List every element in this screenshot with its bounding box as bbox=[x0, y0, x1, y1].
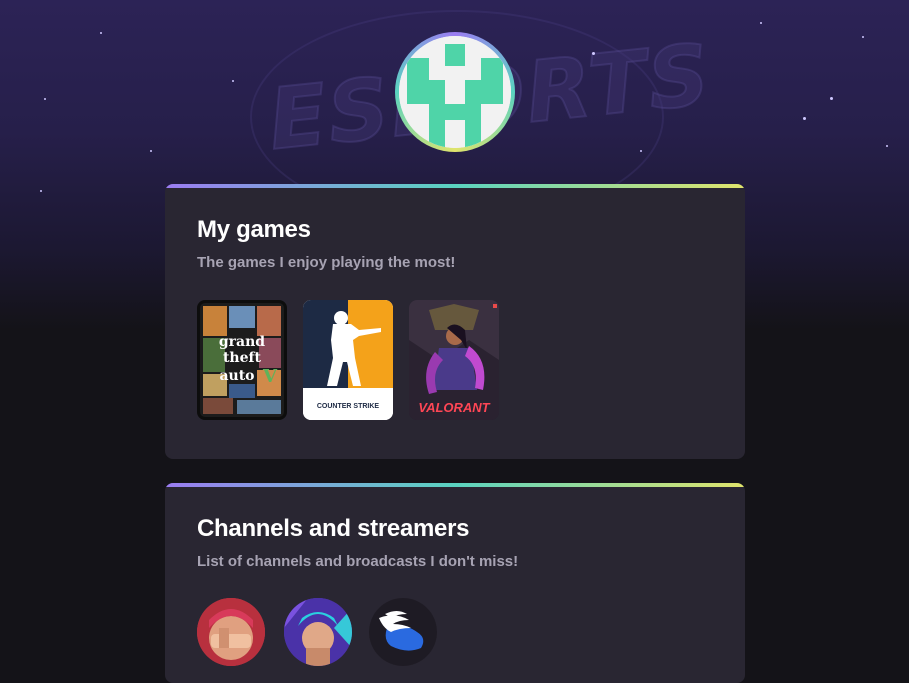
streamer-2-avatar-art bbox=[284, 598, 352, 666]
pixel-person-icon bbox=[399, 36, 511, 148]
star-decoration bbox=[640, 150, 642, 152]
channels-card-title: Channels and streamers bbox=[197, 515, 470, 542]
profile-avatar[interactable] bbox=[395, 32, 515, 152]
card-gradient-bar bbox=[165, 483, 745, 487]
svg-text:VALORANT: VALORANT bbox=[418, 400, 490, 415]
star-decoration bbox=[100, 32, 102, 34]
svg-text:V: V bbox=[262, 366, 278, 387]
games-card-title: My games bbox=[197, 216, 311, 243]
star-decoration bbox=[862, 36, 864, 38]
star-decoration bbox=[232, 80, 234, 82]
games-card-subtitle: The games I enjoy playing the most! bbox=[197, 254, 456, 271]
star-decoration bbox=[886, 145, 888, 147]
star-decoration bbox=[830, 97, 833, 100]
channel-avatar-streamer-1[interactable] bbox=[197, 598, 265, 666]
star-decoration bbox=[44, 98, 46, 100]
winged-logo-icon bbox=[369, 598, 437, 666]
svg-text:theft: theft bbox=[223, 350, 262, 366]
counter-strike-cover-art: COUNTER STRIKE bbox=[303, 300, 393, 420]
star-decoration bbox=[592, 52, 595, 55]
channel-avatar-streamer-2[interactable] bbox=[284, 598, 352, 666]
star-decoration bbox=[40, 190, 42, 192]
svg-text:auto: auto bbox=[219, 368, 254, 384]
game-cover-valorant[interactable]: VALORANT bbox=[409, 300, 499, 420]
game-cover-counter-strike[interactable]: COUNTER STRIKE bbox=[303, 300, 393, 420]
games-card: My games The games I enjoy playing the m… bbox=[165, 184, 745, 459]
star-decoration bbox=[803, 117, 806, 120]
svg-text:grand: grand bbox=[219, 334, 265, 350]
gta-v-cover-art: grand theft auto V bbox=[200, 303, 284, 417]
avatar-image bbox=[399, 36, 511, 148]
star-decoration bbox=[150, 150, 152, 152]
channels-card-subtitle: List of channels and broadcasts I don't … bbox=[197, 553, 519, 570]
game-cover-gta-v[interactable]: grand theft auto V bbox=[197, 300, 287, 420]
star-decoration bbox=[760, 22, 762, 24]
svg-text:COUNTER STRIKE: COUNTER STRIKE bbox=[317, 403, 380, 410]
channel-avatar-winged-logo[interactable] bbox=[369, 598, 437, 666]
channels-card: Channels and streamers List of channels … bbox=[165, 483, 745, 683]
card-gradient-bar bbox=[165, 184, 745, 188]
streamer-1-avatar-art bbox=[197, 598, 265, 666]
valorant-cover-art: VALORANT bbox=[409, 300, 499, 420]
